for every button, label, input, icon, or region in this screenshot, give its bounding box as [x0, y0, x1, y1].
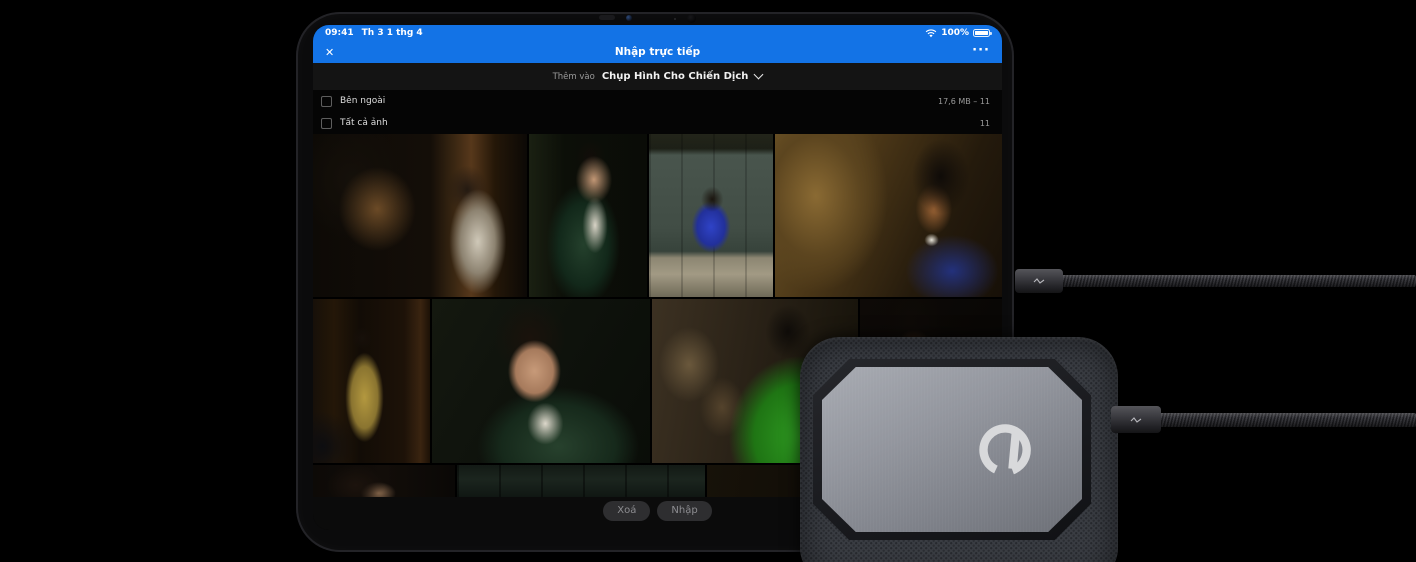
import-nav-bar: ✕ Nhập trực tiếp ··· [313, 41, 1002, 63]
page-title: Nhập trực tiếp [313, 46, 1002, 58]
source-row-external[interactable]: Bên ngoài 17,6 MB – 11 [313, 90, 1002, 112]
photo-thumbnail[interactable] [313, 299, 430, 463]
clock: 09:41 [325, 28, 354, 38]
thunderbolt-icon [1130, 416, 1142, 424]
usb-cable-top [1060, 275, 1416, 287]
source-row-label: Bên ngoài [340, 96, 938, 106]
more-options-icon[interactable]: ··· [972, 39, 990, 61]
checkbox-all-photos[interactable] [321, 118, 332, 129]
battery-percent: 100% [941, 28, 969, 38]
close-icon[interactable]: ✕ [325, 41, 334, 63]
album-selector-value[interactable]: Chụp Hình Cho Chiến Dịch [602, 71, 749, 82]
camera-sensor [687, 14, 696, 23]
source-row-detail: 17,6 MB – 11 [938, 97, 990, 106]
photo-thumbnail[interactable] [457, 465, 705, 497]
mic-dot [674, 18, 676, 20]
front-camera-icon [626, 15, 632, 21]
checkbox-external[interactable] [321, 96, 332, 107]
photo-thumbnail[interactable] [529, 134, 647, 297]
photo-thumbnail[interactable] [313, 465, 455, 497]
date: Th 3 1 thg 4 [362, 28, 423, 38]
drive-plate-bevel [813, 359, 1091, 540]
album-selector-label: Thêm vào [553, 72, 595, 82]
wifi-icon [925, 29, 937, 38]
import-button[interactable]: Nhập [657, 501, 711, 521]
g-technology-logo-icon [975, 420, 1035, 480]
photo-thumbnail[interactable] [649, 134, 773, 297]
usb-connector-bottom [1111, 406, 1161, 433]
photo-thumbnail[interactable] [432, 299, 650, 463]
photo-grid-row [313, 134, 1002, 297]
source-row-all-photos[interactable]: Tất cả ảnh 11 [313, 112, 1002, 134]
album-selector[interactable]: Thêm vào Chụp Hình Cho Chiến Dịch [313, 63, 1002, 90]
scene: 09:41 Th 3 1 thg 4 100% ✕ Nhập trực tiếp… [0, 0, 1416, 562]
chevron-down-icon [754, 70, 764, 80]
usb-cable-bottom [1158, 413, 1416, 427]
speaker-slot [599, 15, 615, 20]
drive-metal-plate [822, 367, 1082, 532]
photo-thumbnail[interactable] [313, 134, 527, 297]
status-bar: 09:41 Th 3 1 thg 4 100% [313, 25, 1002, 41]
source-row-label: Tất cả ảnh [340, 118, 980, 128]
photo-thumbnail[interactable] [775, 134, 1002, 297]
source-list: Bên ngoài 17,6 MB – 11 Tất cả ảnh 11 [313, 90, 1002, 134]
thunderbolt-icon [1033, 277, 1045, 285]
battery-icon [973, 29, 990, 37]
external-ssd-drive [800, 337, 1118, 562]
delete-button[interactable]: Xoá [603, 501, 650, 521]
usb-connector-top [1015, 269, 1063, 293]
source-row-detail: 11 [980, 119, 990, 128]
